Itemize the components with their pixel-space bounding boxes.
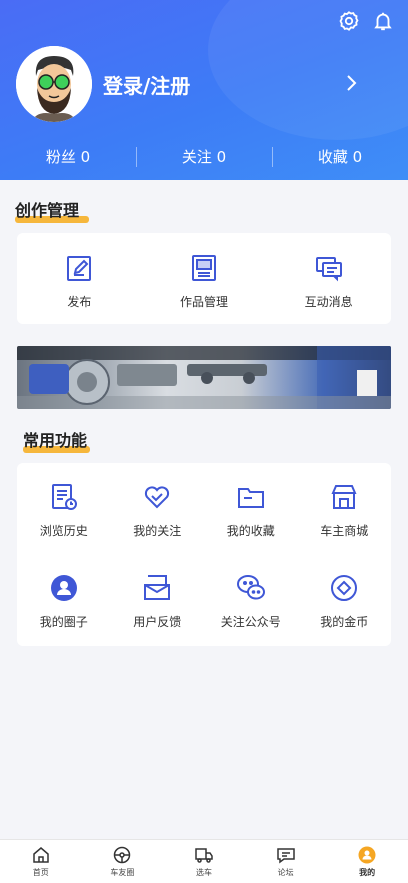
bell-icon[interactable] — [372, 10, 394, 32]
login-register-link[interactable]: 登录/注册 — [103, 70, 190, 99]
messages-icon — [315, 257, 342, 282]
stats-row: 粉丝 0 关注 0 收藏 0 — [0, 143, 408, 171]
tab-forum[interactable]: 论坛 — [245, 840, 327, 883]
coin-icon — [331, 575, 358, 601]
tab-mine-label: 我的 — [359, 868, 376, 877]
my-favorites-label: 我的收藏 — [226, 524, 275, 538]
tab-car-friends[interactable]: 车友圈 — [82, 840, 164, 883]
shop-icon — [331, 485, 357, 509]
follow-official-account-button[interactable]: 关注公众号 — [204, 554, 298, 645]
my-coins-button[interactable]: 我的金币 — [298, 554, 392, 645]
my-following-label: 我的关注 — [133, 524, 182, 538]
works-management-button[interactable]: 作品管理 — [142, 233, 267, 324]
steering-wheel-icon — [114, 846, 131, 864]
browse-history-button[interactable]: 浏览历史 — [17, 463, 111, 554]
my-circle-button[interactable]: 我的圈子 — [17, 554, 111, 645]
chevron-right-icon[interactable] — [344, 74, 358, 92]
follow-official-account-label: 关注公众号 — [220, 615, 281, 629]
user-feedback-button[interactable]: 用户反馈 — [111, 554, 205, 645]
owner-mall-label: 车主商城 — [320, 524, 369, 538]
my-coins-label: 我的金币 — [320, 615, 369, 629]
home-icon — [33, 847, 49, 863]
promo-banner[interactable] — [17, 346, 391, 409]
stat-fans[interactable]: 粉丝 0 — [0, 143, 136, 171]
tab-car-friends-label: 车友圈 — [110, 868, 135, 877]
owner-mall-button[interactable]: 车主商城 — [298, 463, 392, 554]
heart-icon — [145, 486, 170, 509]
tab-home[interactable]: 首页 — [0, 840, 82, 883]
circle-user-icon — [50, 575, 77, 601]
tab-mine[interactable]: 我的 — [326, 840, 408, 883]
my-favorites-button[interactable]: 我的收藏 — [204, 463, 298, 554]
publish-label: 发布 — [67, 295, 92, 309]
my-circle-label: 我的圈子 — [39, 615, 88, 629]
tab-choose-car[interactable]: 选车 — [163, 840, 245, 883]
my-following-button[interactable]: 我的关注 — [111, 463, 205, 554]
settings-icon[interactable] — [338, 10, 360, 32]
tab-forum-label: 论坛 — [277, 868, 294, 877]
common-functions-card: 浏览历史 我的关注 我的收藏 车主商城 我的圈子 用户反馈 关注公众号 我的金币 — [17, 463, 391, 646]
profile-icon — [358, 846, 376, 864]
works-management-label: 作品管理 — [180, 295, 229, 309]
browse-history-label: 浏览历史 — [39, 524, 88, 538]
creation-section-title: 创作管理 — [15, 197, 89, 223]
works-icon — [192, 255, 216, 281]
publish-button[interactable]: 发布 — [17, 233, 142, 324]
interaction-messages-label: 互动消息 — [304, 295, 353, 309]
wechat-icon — [236, 575, 265, 600]
avatar[interactable] — [16, 46, 92, 122]
edit-icon — [67, 256, 92, 281]
stat-favorites[interactable]: 收藏 0 — [272, 143, 408, 171]
bottom-tab-bar: 首页 车友圈 选车 论坛 我的 — [0, 839, 408, 883]
stat-following[interactable]: 关注 0 — [136, 143, 272, 171]
tab-home-label: 首页 — [32, 868, 49, 877]
truck-icon — [195, 848, 213, 863]
tab-choose-car-label: 选车 — [195, 868, 212, 877]
creation-card: 发布 作品管理 互动消息 — [17, 233, 391, 324]
folder-icon — [237, 488, 264, 508]
interaction-messages-button[interactable]: 互动消息 — [266, 233, 391, 324]
forum-icon — [276, 848, 295, 864]
feedback-icon — [144, 575, 171, 600]
profile-header: 登录/注册 粉丝 0 关注 0 收藏 0 — [0, 0, 408, 180]
history-icon — [51, 484, 77, 510]
user-feedback-label: 用户反馈 — [133, 615, 182, 629]
common-section-title: 常用功能 — [23, 427, 90, 453]
